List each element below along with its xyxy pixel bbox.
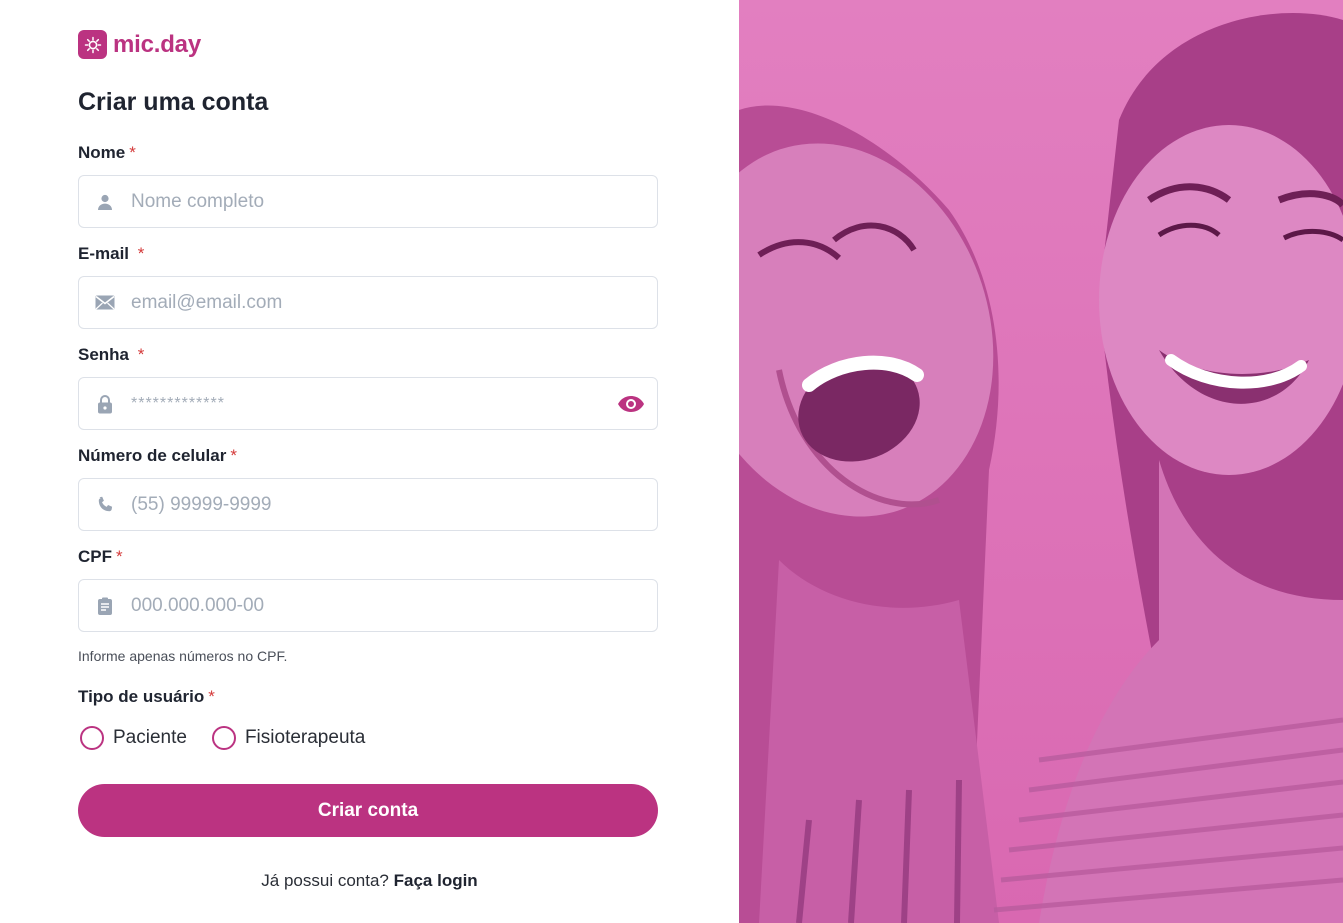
required-mark: * [129, 143, 136, 162]
radio-label: Paciente [113, 727, 187, 748]
radio-circle[interactable] [80, 726, 104, 750]
login-link[interactable]: Faça login [394, 871, 478, 890]
brand-logo[interactable]: mic.day [78, 30, 201, 59]
required-mark: * [208, 687, 215, 706]
required-mark: * [116, 547, 123, 566]
cpf-input[interactable]: 000.000.000-00 [131, 595, 657, 617]
create-account-button[interactable]: Criar conta [78, 784, 658, 837]
senha-label-text: Senha [78, 345, 130, 364]
senha-input[interactable]: ************* [131, 395, 605, 413]
signup-panel: mic.day Criar uma conta Nome * Nome compl… [0, 0, 739, 923]
celular-label-text: Número de celular [78, 446, 227, 465]
login-prompt: Já possui conta? Faça login [0, 871, 739, 891]
required-mark: * [230, 446, 237, 465]
celular-field[interactable]: (55) 99999-9999 [78, 478, 658, 531]
hero-image [739, 0, 1343, 923]
user-type-label: Tipo de usuário * [78, 687, 215, 707]
user-type-radio-group: Paciente Fisioterapeuta [80, 726, 390, 750]
nome-field[interactable]: Nome completo [78, 175, 658, 228]
hero-illustration [739, 0, 1343, 923]
cpf-label: CPF * [78, 547, 123, 567]
required-mark: * [137, 345, 145, 364]
brand-name: mic.day [113, 30, 201, 58]
page-title: Criar uma conta [78, 88, 269, 116]
user-type-label-text: Tipo de usuário [78, 687, 205, 706]
lock-icon [79, 378, 131, 429]
email-input[interactable]: email@email.com [131, 292, 657, 314]
eye-icon[interactable] [605, 378, 657, 429]
email-label-text: E-mail [78, 244, 130, 263]
sun-logo-icon [78, 30, 107, 59]
nome-input[interactable]: Nome completo [131, 191, 657, 213]
radio-fisioterapeuta[interactable]: Fisioterapeuta [211, 726, 366, 750]
celular-label: Número de celular * [78, 446, 237, 466]
phone-icon [79, 479, 131, 530]
celular-input[interactable]: (55) 99999-9999 [131, 494, 657, 516]
senha-field[interactable]: ************* [78, 377, 658, 430]
required-mark: * [137, 244, 145, 263]
cpf-label-text: CPF [78, 547, 112, 566]
envelope-icon [79, 277, 131, 328]
nome-label-text: Nome [78, 143, 126, 162]
email-label: E-mail * [78, 244, 144, 264]
radio-paciente[interactable]: Paciente [80, 726, 187, 750]
radio-label: Fisioterapeuta [244, 727, 366, 748]
nome-label: Nome * [78, 143, 136, 163]
radio-circle[interactable] [211, 726, 236, 750]
user-icon [79, 176, 131, 227]
email-field[interactable]: email@email.com [78, 276, 658, 329]
cpf-field[interactable]: 000.000.000-00 [78, 579, 658, 632]
cpf-hint: Informe apenas números no CPF. [78, 648, 288, 664]
senha-label: Senha * [78, 345, 144, 365]
id-card-icon [79, 580, 131, 631]
login-prompt-text: Já possui conta? [261, 871, 389, 890]
